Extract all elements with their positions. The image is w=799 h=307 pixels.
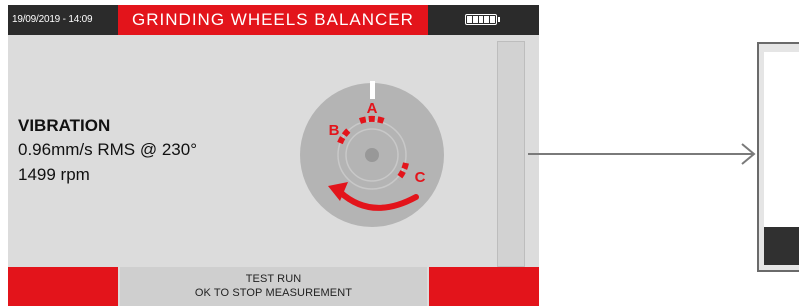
screen-title: GRINDING WHEELS BALANCER [118, 5, 428, 35]
vibration-value: 0.96mm/s RMS @ 230° [18, 140, 197, 159]
label-b: B [329, 122, 340, 139]
softkey-right[interactable] [429, 267, 539, 306]
status-message: TEST RUN OK TO STOP MEASUREMENT [120, 267, 427, 306]
label-a: A [367, 100, 378, 117]
softkey-left[interactable] [8, 267, 118, 306]
balancer-screen: 19/09/2019 - 14:09 GRINDING WHEELS BALAN… [8, 5, 539, 306]
vibration-title: VIBRATION [18, 116, 111, 135]
bottom-bar: TEST RUN OK TO STOP MEASUREMENT [8, 267, 539, 306]
grinding-wheel-diagram: A B C [300, 81, 444, 227]
status-line-1: TEST RUN [245, 273, 302, 285]
battery-icon [465, 14, 500, 25]
preview-dark-bar [764, 227, 799, 265]
top-bar: 19/09/2019 - 14:09 GRINDING WHEELS BALAN… [8, 5, 539, 35]
next-screen-preview [757, 42, 799, 272]
weight-arc-a [358, 115, 386, 124]
status-line-2: OK TO STOP MEASUREMENT [194, 287, 353, 299]
reference-mark [370, 81, 375, 99]
preview-content [764, 52, 799, 265]
connector-arrow-icon [528, 143, 756, 165]
rpm-value: 1499 rpm [18, 165, 90, 184]
datetime-label: 19/09/2019 - 14:09 [12, 14, 93, 25]
wheel-hub [365, 148, 379, 162]
label-c: C [415, 169, 426, 186]
